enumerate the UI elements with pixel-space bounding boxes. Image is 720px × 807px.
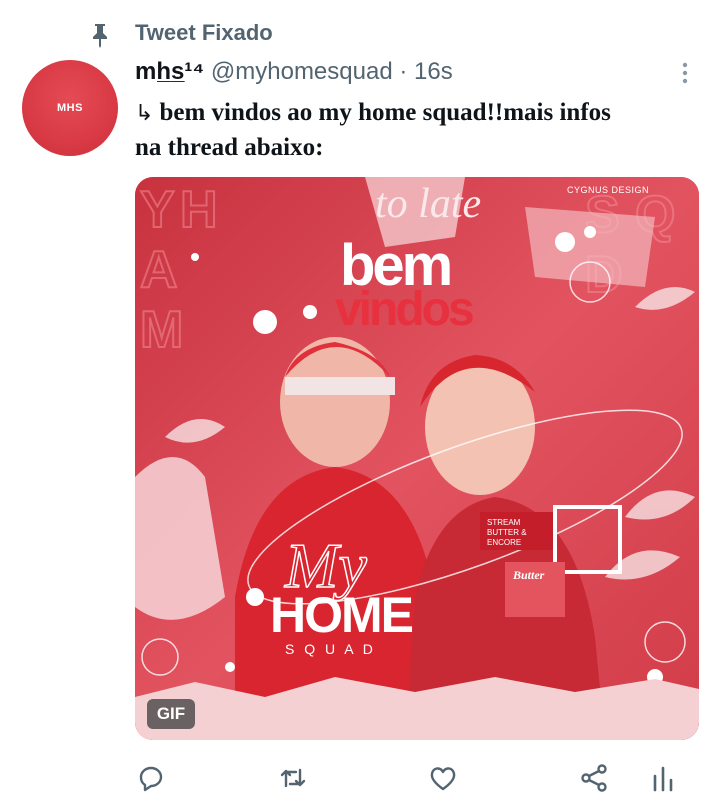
tweet-text-line2: na thread abaixo: [135,134,324,161]
pinned-indicator: Tweet Fixado [0,0,720,62]
analytics-icon [653,766,673,792]
share-button[interactable] [578,762,610,794]
display-name[interactable]: mh̲s̲¹⁴ [135,58,204,85]
tweet-text-line1: bem vindos ao my home squad!!mais infos [159,99,611,126]
share-icon [581,764,607,792]
pinned-label: Tweet Fixado [135,20,273,45]
svg-text:M: M [140,301,183,359]
tweet-text: ↳ bem vindos ao my home squad!!mais infos… [135,96,695,165]
tweet-actions [135,752,695,802]
reply-icon [139,766,163,792]
like-button[interactable] [427,762,459,794]
tweet-media-gif[interactable]: YH AM SQ D [135,177,699,740]
more-options-icon[interactable] [680,62,690,84]
home-text: HOME [270,587,413,643]
stream-text-1: STREAM [487,518,521,527]
retweet-button[interactable] [277,762,309,794]
svg-text:H: H [180,181,218,239]
analytics-button[interactable] [647,762,679,794]
like-icon [430,767,456,791]
svg-text:Y: Y [140,181,175,239]
pin-icon [93,24,107,48]
watermark: CYGNUS DESIGN [567,185,650,195]
avatar-text: MHS [57,102,83,114]
user-handle[interactable]: @myhomesquad [211,58,393,85]
svg-text:A: A [140,241,178,299]
timestamp[interactable]: 16s [414,58,453,85]
squad-text: S Q U A D [285,641,376,657]
media-artwork: YH AM SQ D [135,177,699,740]
tweet-header: mh̲s̲¹⁴ @myhomesquad · 16s [135,58,453,92]
avatar[interactable]: MHS [22,60,118,156]
script-text: to late [375,181,481,227]
butter-text: Butter [512,568,545,582]
separator-dot: · [399,58,408,85]
gif-badge: GIF [147,699,195,729]
reply-arrow-glyph: ↳ [135,101,154,126]
reply-button[interactable] [135,762,167,794]
welcome-line2: vindos [335,283,473,336]
stream-text-3: ENCORE [487,538,521,547]
retweet-icon [280,768,306,788]
stream-text-2: BUTTER & [487,528,527,537]
